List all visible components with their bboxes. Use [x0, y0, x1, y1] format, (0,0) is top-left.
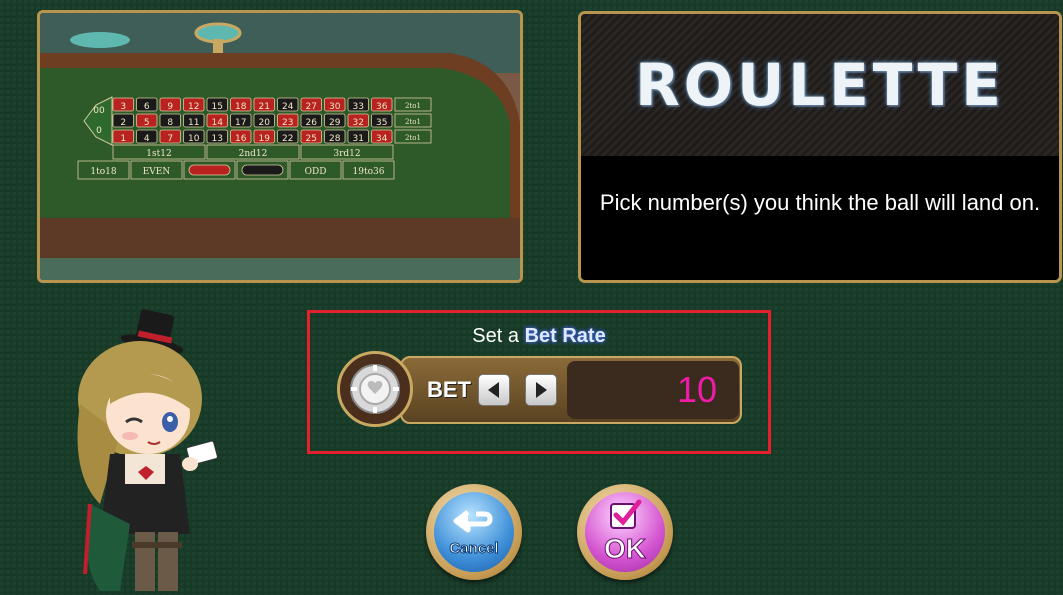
bet-value-display: 10 [567, 361, 739, 419]
zero-label: 0 [96, 126, 102, 136]
number-label: 24 [282, 102, 294, 112]
number-label: 5 [144, 118, 150, 128]
bet-label: BET [427, 377, 471, 402]
outside-bet-label: 19to36 [353, 167, 385, 177]
roulette-table-preview: 3 6 9 12 15 18 21 24 27 30 33 36 2 5 8 11 14 17 20 23 26 29 32… [37, 10, 523, 283]
number-label: 20 [259, 118, 271, 128]
number-label: 16 [235, 134, 247, 144]
dozen-label: 1st12 [146, 149, 171, 159]
number-label: 4 [144, 134, 150, 144]
number-label: 10 [188, 134, 200, 144]
number-label: 9 [167, 102, 173, 112]
number-label: 3 [120, 102, 126, 112]
bet-rate-prompt: Set a Bet Rate [310, 325, 768, 348]
title-panel: ROULETTE Pick number(s) you think the ba… [578, 11, 1062, 283]
number-label: 14 [212, 118, 224, 128]
cancel-button-face: Cancel [434, 492, 514, 572]
number-label: 15 [212, 102, 223, 112]
checkbox-check-icon [610, 499, 642, 529]
zero-label: 00 [93, 106, 105, 116]
right-arrow-icon [536, 382, 547, 398]
ok-label: OK [604, 533, 647, 565]
number-label: 30 [329, 102, 341, 112]
number-label: 34 [376, 134, 388, 144]
return-arrow-icon [453, 509, 493, 532]
outside-bet-label: ODD [305, 167, 327, 177]
bet-decrease-button[interactable] [478, 374, 510, 406]
number-label: 33 [353, 102, 364, 112]
cancel-button[interactable]: Cancel [426, 484, 522, 580]
bet-value: 10 [676, 369, 717, 410]
number-label: 21 [259, 102, 270, 112]
number-label: 2 [120, 118, 126, 128]
number-label: 35 [376, 118, 387, 128]
roulette-table-illustration: 3 6 9 12 15 18 21 24 27 30 33 362 5 8 11 14 17 20 23 26 29 32… [40, 13, 520, 280]
number-label: 28 [329, 134, 341, 144]
black-diamond-bet [241, 164, 284, 176]
red-diamond-bet [188, 164, 231, 176]
number-label: 17 [235, 118, 246, 128]
mascot-illustration [77, 309, 218, 591]
column-bet-label: 2to1 [405, 134, 421, 142]
outside-bet-label: 1to18 [90, 167, 116, 177]
number-label: 27 [306, 102, 317, 112]
number-label: 11 [188, 118, 199, 128]
number-label: 29 [329, 118, 341, 128]
column-bet-label: 2to1 [405, 118, 421, 126]
game-title: ROULETTE [635, 51, 1005, 119]
ok-button[interactable]: OK [577, 484, 673, 580]
column-bet-label: 2to1 [405, 102, 421, 110]
number-label: 18 [235, 102, 247, 112]
number-label: 31 [353, 134, 364, 144]
bet-increase-button[interactable] [525, 374, 557, 406]
instruction-text: Pick number(s) you think the ball will l… [599, 190, 1041, 215]
number-label: 36 [376, 102, 388, 112]
number-label: 22 [282, 134, 293, 144]
number-label: 7 [167, 134, 173, 144]
number-label: 23 [282, 118, 293, 128]
number-label: 6 [144, 102, 150, 112]
ok-button-face: OK [585, 492, 665, 572]
number-label: 25 [306, 134, 317, 144]
number-label: 1 [120, 134, 126, 144]
number-label: 12 [188, 102, 199, 112]
dozen-label: 2nd12 [239, 149, 268, 159]
number-label: 8 [167, 118, 173, 128]
chip-holder [337, 351, 413, 427]
bet-rate-prompt-emphasis: Bet Rate [524, 325, 606, 347]
bet-rate-prompt-prefix: Set a [472, 325, 525, 347]
title-banner: ROULETTE [581, 14, 1059, 156]
outside-bet-label: EVEN [143, 167, 171, 177]
number-label: 26 [306, 118, 318, 128]
left-arrow-icon [488, 382, 499, 398]
bet-rate-panel: Set a Bet Rate BET 10 [307, 310, 771, 454]
number-label: 19 [259, 134, 271, 144]
dealer-mascot [40, 304, 240, 591]
dozen-label: 3rd12 [333, 149, 360, 159]
number-label: 13 [212, 134, 223, 144]
casino-chip-icon [350, 364, 400, 414]
cancel-label: Cancel [449, 539, 499, 557]
number-label: 32 [353, 118, 364, 128]
